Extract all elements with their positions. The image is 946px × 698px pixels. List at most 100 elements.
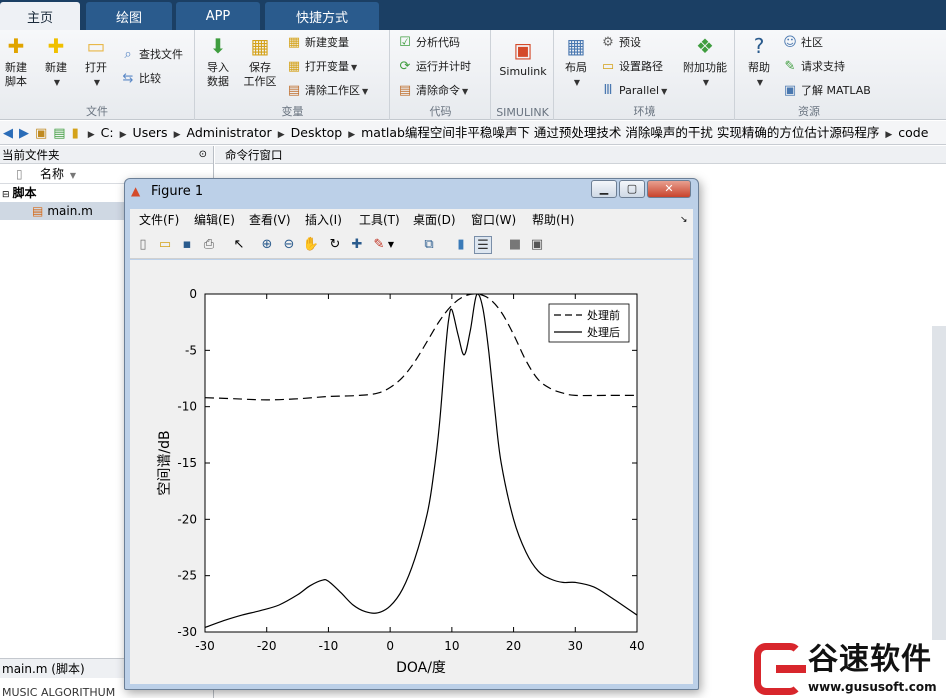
- colorbar-icon[interactable]: ▮: [452, 236, 470, 254]
- close-button[interactable]: ✕: [647, 180, 691, 198]
- breadcrumb-sep-icon: ▶: [885, 130, 893, 140]
- set-path-button[interactable]: ▭ 设置路径: [600, 57, 663, 77]
- menu-view[interactable]: 查看(V): [249, 209, 291, 231]
- save-icon[interactable]: ▪: [178, 236, 196, 254]
- menu-edit[interactable]: 编辑(E): [194, 209, 235, 231]
- layout-button[interactable]: ▦ 布局 ▼: [559, 34, 593, 90]
- analyze-code-button[interactable]: ☑ 分析代码: [397, 33, 460, 53]
- dock-arrow-icon[interactable]: ↘: [680, 209, 688, 231]
- x-axis-label: DOA/度: [396, 660, 446, 676]
- menu-insert[interactable]: 插入(I): [305, 209, 342, 231]
- request-support-button[interactable]: ✎ 请求支持: [782, 57, 845, 77]
- tab-plots[interactable]: 绘图: [86, 2, 172, 30]
- column-name-label: 名称: [40, 167, 65, 181]
- legend-icon[interactable]: ☰: [474, 236, 492, 254]
- breadcrumb-sep-icon: ▶: [348, 130, 356, 140]
- simulink-button[interactable]: ▣ Simulink: [496, 38, 550, 79]
- tab-apps[interactable]: APP: [176, 2, 260, 30]
- tree-group-label: 脚本: [12, 186, 37, 200]
- ribbon-tab-bar: 主页 绘图 APP 快捷方式: [0, 0, 946, 30]
- back-icon[interactable]: ◀: [3, 122, 13, 144]
- zoom-in-icon[interactable]: ⊕: [258, 236, 276, 254]
- rotate-3d-icon[interactable]: ↻: [326, 236, 344, 254]
- y-tick-label: -15: [177, 456, 197, 470]
- menu-window[interactable]: 窗口(W): [471, 209, 516, 231]
- x-tick-label: -30: [195, 639, 215, 653]
- tab-shortcuts[interactable]: 快捷方式: [265, 2, 379, 30]
- link-plot-icon[interactable]: ⧉: [420, 236, 438, 254]
- preferences-button[interactable]: ⚙ 预设: [600, 33, 641, 53]
- zoom-out-icon[interactable]: ⊖: [280, 236, 298, 254]
- new-button[interactable]: ✚ 新建 ▼: [40, 34, 72, 90]
- y-axis-label: 空间谱/dB: [157, 430, 173, 495]
- data-cursor-icon[interactable]: ✚: [348, 236, 366, 254]
- chevron-down-icon: ▼: [462, 87, 469, 96]
- addons-button[interactable]: ❖ 附加功能 ▼: [679, 34, 731, 90]
- figure-title: Figure 1: [151, 184, 204, 199]
- chevron-down-icon: ▼: [362, 87, 369, 96]
- breadcrumb-desktop[interactable]: Desktop: [291, 121, 343, 144]
- x-tick-label: 30: [568, 639, 583, 653]
- menu-file[interactable]: 文件(F): [139, 209, 179, 231]
- help-label: 帮助: [748, 61, 770, 74]
- address-bar[interactable]: ◀ ▶ ▣ ▤ ▮ ▶ C: ▶ Users ▶ Administrator ▶ Desktop ▶ mat…: [0, 121, 946, 145]
- menu-desktop[interactable]: 桌面(D): [413, 209, 456, 231]
- compare-button[interactable]: ⇆ 比较: [120, 69, 161, 89]
- learn-matlab-label: 了解 MATLAB: [801, 84, 871, 97]
- chevron-down-icon: ▼: [573, 78, 581, 87]
- new-variable-button[interactable]: ▦ 新建变量: [286, 33, 349, 53]
- run-and-time-button[interactable]: ⟳ 运行并计时: [397, 57, 471, 77]
- new-figure-icon[interactable]: ▯: [134, 236, 152, 254]
- chevron-down-icon[interactable]: ▼: [386, 236, 396, 254]
- breadcrumb-users[interactable]: Users: [133, 121, 168, 144]
- new-script-button[interactable]: ✚ 新建 脚本: [0, 34, 32, 89]
- menu-help[interactable]: 帮助(H): [532, 209, 574, 231]
- chevron-down-icon: ▼: [93, 78, 101, 87]
- help-button[interactable]: ? 帮助 ▼: [742, 34, 776, 90]
- axes-background[interactable]: [205, 294, 637, 632]
- panel-menu-icon[interactable]: ⊙: [199, 146, 207, 164]
- edit-plot-arrow-icon[interactable]: ↖: [230, 236, 248, 254]
- parallel-button[interactable]: Ⅲ Parallel ▼: [600, 81, 668, 101]
- file-item-label: main.m: [47, 204, 93, 218]
- import-data-button[interactable]: ⬇ 导入 数据: [201, 34, 235, 89]
- breadcrumb-project[interactable]: matlab编程空间非平稳噪声下 通过预处理技术 消除噪声的干扰 实现精确的方位…: [361, 121, 879, 144]
- breadcrumb-code[interactable]: code: [898, 121, 928, 144]
- open-button[interactable]: ▭ 打开 ▼: [80, 34, 112, 90]
- community-button[interactable]: ☺ 社区: [782, 33, 823, 53]
- breadcrumb-administrator[interactable]: Administrator: [186, 121, 271, 144]
- save-workspace-icon: ▦: [250, 34, 270, 58]
- breadcrumb-sep-icon: ▶: [277, 130, 285, 140]
- save-workspace-button[interactable]: ▦ 保存 工作区: [240, 34, 280, 89]
- minimize-button[interactable]: ▁: [591, 180, 617, 198]
- plot-svg[interactable]: -30 -20 -10 0 10 20 30 40 0 -5 -10 -15 -20 -25 -30 处理前…: [130, 260, 693, 684]
- analyze-code-label: 分析代码: [416, 36, 460, 49]
- learn-matlab-button[interactable]: ▣ 了解 MATLAB: [782, 81, 871, 101]
- watermark-url: www.gususoft.com: [808, 680, 937, 694]
- y-tick-label: -10: [177, 400, 197, 414]
- up-folder-icon[interactable]: ▣: [35, 122, 47, 144]
- find-files-button[interactable]: ⌕ 查找文件: [120, 45, 183, 65]
- current-folder-header: 当前文件夹 ⊙: [0, 146, 213, 164]
- clear-commands-button[interactable]: ▤ 清除命令 ▼: [397, 81, 468, 101]
- x-tick-label: 0: [386, 639, 394, 653]
- figure-window[interactable]: ▲ Figure 1 ▁ ▢ ✕ 文件(F) 编辑(E) 查看(V) 插入(I)…: [124, 178, 699, 690]
- menu-tools[interactable]: 工具(T): [359, 209, 400, 231]
- print-icon[interactable]: ⎙: [200, 236, 218, 254]
- legend[interactable]: 处理前处理后: [548, 303, 630, 343]
- maximize-button[interactable]: ▢: [619, 180, 645, 198]
- pan-hand-icon[interactable]: ✋: [302, 236, 320, 254]
- open-variable-button[interactable]: ▦ 打开变量 ▼: [286, 57, 357, 77]
- collapse-icon[interactable]: ⊟: [2, 190, 10, 200]
- clear-workspace-button[interactable]: ▤ 清除工作区 ▼: [286, 81, 368, 101]
- save-workspace-label: 保存 工作区: [243, 61, 277, 88]
- tab-home[interactable]: 主页: [0, 2, 80, 30]
- forward-icon[interactable]: ▶: [19, 122, 29, 144]
- figure-canvas[interactable]: -30 -20 -10 0 10 20 30 40 0 -5 -10 -15 -20 -25 -30 处理前…: [130, 260, 693, 684]
- hide-tools-icon[interactable]: ■: [506, 236, 524, 254]
- show-tools-icon[interactable]: ▣: [528, 236, 546, 254]
- breadcrumb-c[interactable]: C:: [101, 121, 114, 144]
- clear-workspace-label: 清除工作区: [305, 84, 360, 97]
- open-file-icon[interactable]: ▭: [156, 236, 174, 254]
- browse-icon[interactable]: ▤: [53, 122, 65, 144]
